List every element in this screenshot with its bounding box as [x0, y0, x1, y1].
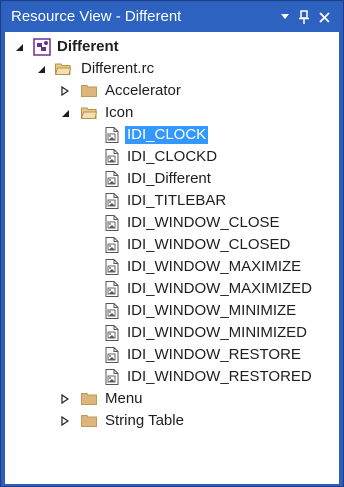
resource-tree[interactable]: Different Different.rc Accelerator Icon …	[5, 32, 339, 484]
tree-node-icon-resource-label: IDI_WINDOW_CLOSE	[127, 214, 280, 231]
window-title: Resource View - Different	[11, 8, 182, 25]
tree-node-icon-resource[interactable]: IDI_WINDOW_CLOSE	[5, 212, 339, 234]
icon-file-icon	[105, 303, 119, 319]
icon-file-icon	[105, 325, 119, 341]
tree-node-rc-file[interactable]: Different.rc	[5, 58, 339, 80]
tree-node-icon-resource-label: IDI_WINDOW_MAXIMIZED	[127, 280, 313, 297]
icon-file-icon	[105, 259, 119, 275]
tree-node-string-table-label: String Table	[105, 412, 184, 429]
project-icon	[33, 38, 51, 60]
tree-node-string-table[interactable]: String Table	[5, 410, 339, 432]
folder-icon	[81, 85, 97, 97]
expand-arrow-icon[interactable]	[59, 415, 71, 427]
expand-arrow-icon[interactable]	[59, 393, 71, 405]
tree-node-accelerator[interactable]: Accelerator	[5, 80, 339, 102]
icon-file-icon	[105, 215, 119, 231]
tree-node-icon-resource[interactable]: IDI_WINDOW_CLOSED	[5, 234, 339, 256]
tree-node-icon-resource-label: IDI_WINDOW_RESTORE	[127, 346, 301, 363]
tree-node-root-label: Different	[57, 38, 119, 55]
window-menu-button[interactable]	[276, 7, 294, 27]
icon-file-icon	[105, 369, 119, 385]
tree-node-icon-resource[interactable]: IDI_WINDOW_MINIMIZE	[5, 300, 339, 322]
tree-node-icon-resource[interactable]: IDI_WINDOW_MAXIMIZED	[5, 278, 339, 300]
tree-node-icon-resource[interactable]: IDI_TITLEBAR	[5, 190, 339, 212]
tree-node-icon-resource-label: IDI_WINDOW_MINIMIZE	[127, 302, 297, 319]
tree-node-root[interactable]: Different	[5, 36, 339, 58]
tree-node-icon-resource[interactable]: IDI_CLOCKD	[5, 146, 339, 168]
tree-node-menu-label: Menu	[105, 390, 143, 407]
tree-node-icon-resource-label: IDI_WINDOW_MINIMIZED	[127, 324, 307, 341]
tree-node-icon-resource-label: IDI_Different	[127, 170, 211, 187]
tree-node-icon-resource[interactable]: IDI_Different	[5, 168, 339, 190]
collapse-arrow-icon[interactable]	[35, 63, 47, 75]
close-button[interactable]	[315, 7, 333, 27]
icon-file-icon	[105, 237, 119, 253]
tree-node-icon-folder[interactable]: Icon	[5, 102, 339, 124]
tree-node-icon-resource[interactable]: IDI_WINDOW_RESTORE	[5, 344, 339, 366]
tree-node-icon-resource-label: IDI_WINDOW_CLOSED	[127, 236, 291, 253]
close-icon	[318, 11, 330, 23]
tree-node-icon-resource-label: IDI_CLOCK	[125, 126, 209, 144]
icon-file-icon	[105, 193, 119, 209]
pin-button[interactable]	[295, 7, 313, 27]
tree-node-rc-file-label: Different.rc	[81, 60, 155, 77]
icon-file-icon	[105, 347, 119, 363]
icon-file-icon	[105, 149, 119, 165]
tree-node-icon-resource-label: IDI_WINDOW_RESTORED	[127, 368, 312, 385]
tree-node-icon-folder-label: Icon	[105, 104, 134, 121]
folder-icon	[81, 393, 97, 405]
title-bar[interactable]: Resource View - Different	[2, 2, 342, 32]
folder-icon	[81, 415, 97, 427]
tree-node-icon-resource-label: IDI_CLOCKD	[127, 148, 218, 165]
resource-view-window: Resource View - Different Different Diff…	[0, 0, 344, 487]
open-folder-icon	[55, 63, 71, 75]
tree-node-icon-resource[interactable]: IDI_WINDOW_RESTORED	[5, 366, 339, 388]
collapse-arrow-icon[interactable]	[59, 107, 71, 119]
tree-node-icon-resource-label: IDI_TITLEBAR	[127, 192, 227, 209]
icon-file-icon	[105, 171, 119, 187]
expand-arrow-icon[interactable]	[59, 85, 71, 97]
tree-node-icon-resource[interactable]: IDI_WINDOW_MINIMIZED	[5, 322, 339, 344]
tree-node-icon-resource-label: IDI_WINDOW_MAXIMIZE	[127, 258, 302, 275]
tree-node-icon-resource[interactable]: IDI_WINDOW_MAXIMIZE	[5, 256, 339, 278]
tree-node-icon-resource[interactable]: IDI_CLOCK	[5, 124, 339, 146]
icon-file-icon	[105, 281, 119, 297]
tree-node-menu[interactable]: Menu	[5, 388, 339, 410]
tree-node-accelerator-label: Accelerator	[105, 82, 181, 99]
open-folder-icon	[81, 107, 97, 119]
dropdown-icon	[281, 14, 289, 19]
icon-file-icon	[105, 127, 119, 143]
pin-icon	[299, 10, 309, 24]
collapse-arrow-icon[interactable]	[13, 41, 25, 53]
